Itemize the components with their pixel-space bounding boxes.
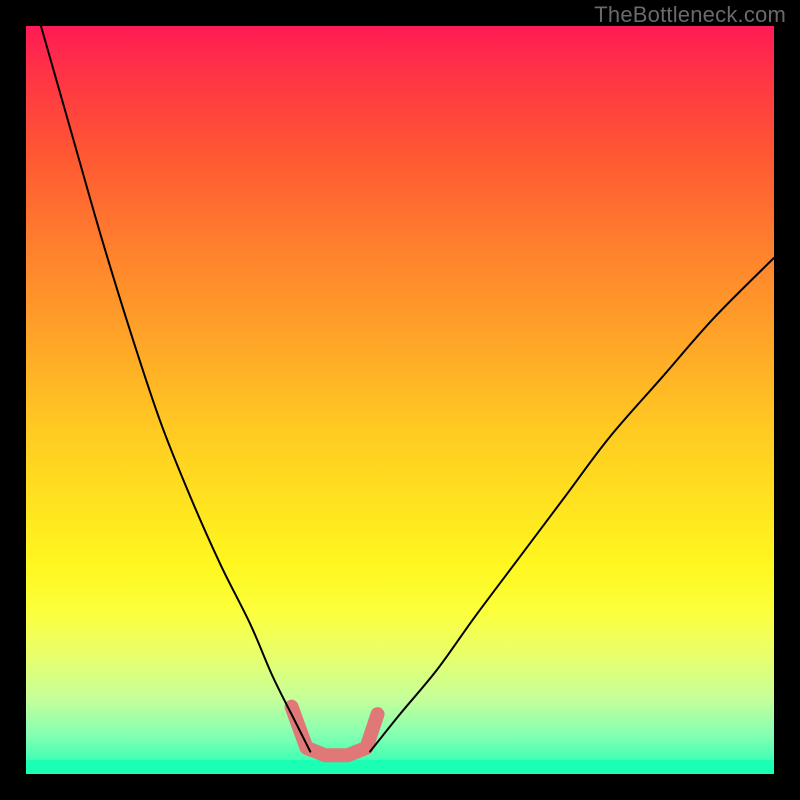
plot-area bbox=[26, 26, 774, 774]
right-arc bbox=[370, 258, 774, 752]
curves-svg bbox=[26, 26, 774, 774]
left-arc bbox=[41, 26, 310, 752]
bottleneck-highlight bbox=[292, 707, 378, 756]
watermark-text: TheBottleneck.com bbox=[594, 2, 786, 28]
chart-frame: TheBottleneck.com bbox=[0, 0, 800, 800]
